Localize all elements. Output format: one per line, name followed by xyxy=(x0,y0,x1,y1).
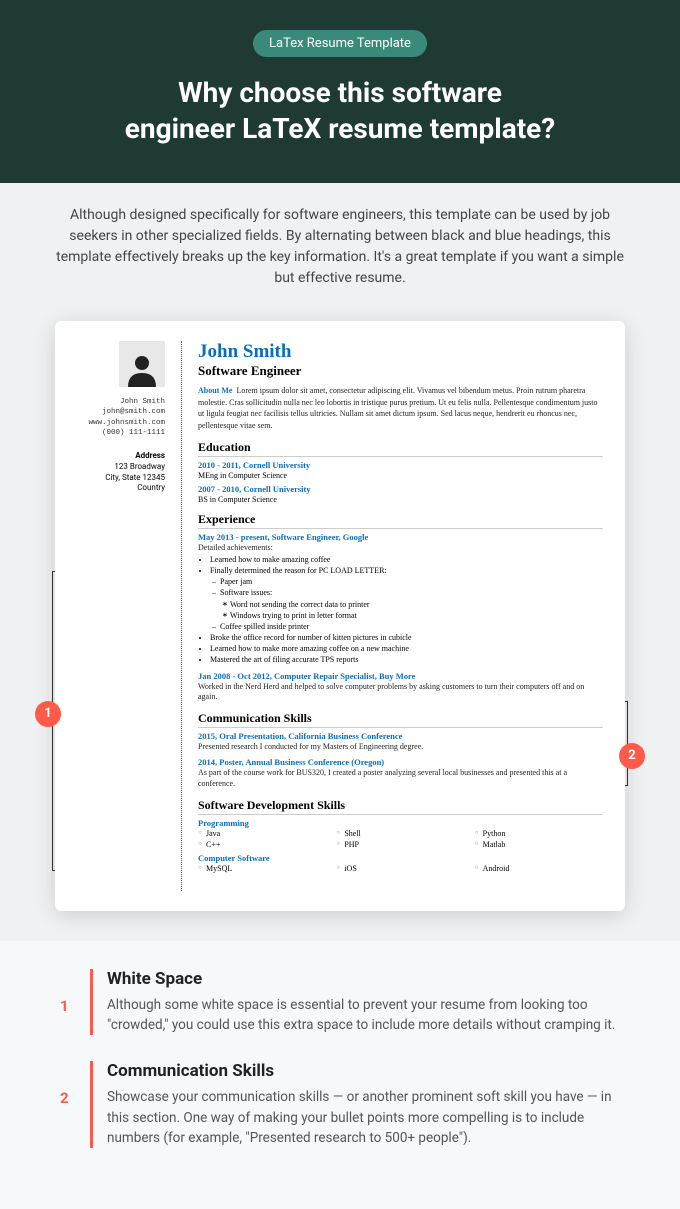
note-body: Communication Skills Showcase your commu… xyxy=(90,1061,620,1148)
education-section: Education 2010 - 2011, Cornell Universit… xyxy=(198,440,603,504)
page-title: Why choose this softwareengineer LaTeX r… xyxy=(40,75,640,148)
bullet-list: Learned how to make amazing coffee Final… xyxy=(198,554,603,666)
bullet: Finally determined the reason for PC LOA… xyxy=(210,565,603,632)
skill-grid: MySQL iOS Android xyxy=(198,864,603,873)
contact-block: John Smith john@smith.com www.johnsmith.… xyxy=(77,397,165,439)
note-text: Showcase your communication skills — or … xyxy=(107,1087,620,1148)
skill-item: Python xyxy=(475,829,603,838)
edu-range: 2010 - 2011, Cornell University xyxy=(198,460,603,470)
experience-section: Experience May 2013 - present, Software … xyxy=(198,512,603,703)
contact-web: www.johnsmith.com xyxy=(77,418,165,429)
resume-name: John Smith xyxy=(198,341,603,363)
address-line: Country xyxy=(77,483,165,494)
skills-section: Software Development Skills Programming … xyxy=(198,798,603,873)
person-icon xyxy=(124,351,160,387)
sub-bullet-list: Paper jam Software issues: Word not send… xyxy=(210,576,603,632)
note-item: 1 White Space Although some white space … xyxy=(60,969,620,1036)
address-line: City, State 12345 xyxy=(77,473,165,484)
bullet: Broke the office record for number of ki… xyxy=(210,632,603,643)
template-badge: LaTex Resume Template xyxy=(253,30,427,57)
about-text: Lorem ipsum dolor sit amet, consectetur … xyxy=(198,386,598,430)
note-number: 2 xyxy=(60,1061,72,1148)
about-section: About Me Lorem ipsum dolor sit amet, con… xyxy=(198,385,603,432)
note-number: 1 xyxy=(60,969,72,1036)
bullet: Word not sending the correct data to pri… xyxy=(230,599,603,610)
resume-job-title: Software Engineer xyxy=(198,363,603,379)
skill-item: PHP xyxy=(336,840,464,849)
vertical-divider xyxy=(181,341,182,891)
address-heading: Address xyxy=(77,451,165,460)
resume-preview-wrap: 1 2 John Smith john@smith.com www.johnsm… xyxy=(0,311,680,941)
resume-preview: John Smith john@smith.com www.johnsmith.… xyxy=(55,321,625,911)
job-line: Jan 2008 - Oct 2012, Computer Repair Spe… xyxy=(198,671,603,681)
skill-group-heading: Programming xyxy=(198,818,603,828)
resume-sidebar: John Smith john@smith.com www.johnsmith.… xyxy=(77,341,165,891)
contact-email: john@smith.com xyxy=(77,407,165,418)
skill-item: Shell xyxy=(336,829,464,838)
note-text: Although some white space is essential t… xyxy=(107,995,620,1036)
sub-bullet-list: Word not sending the correct data to pri… xyxy=(220,599,603,621)
resume-main: John Smith Software Engineer About Me Lo… xyxy=(198,341,603,891)
callout-badge-2: 2 xyxy=(619,743,645,769)
skill-item: iOS xyxy=(336,864,464,873)
bullet: Windows trying to print in letter format xyxy=(230,610,603,621)
bullet: Learned how to make amazing coffee xyxy=(210,554,603,565)
hero-section: LaTex Resume Template Why choose this so… xyxy=(0,0,680,183)
notes-section: 1 White Space Although some white space … xyxy=(0,941,680,1209)
comm-text: As part of the course work for BUS320, I… xyxy=(198,768,603,790)
about-heading: About Me xyxy=(198,386,232,395)
bullet: Coffee spilled inside printer xyxy=(220,621,603,632)
job-text: Worked in the Nerd Herd and helped to so… xyxy=(198,682,603,704)
edu-range: 2007 - 2010, Cornell University xyxy=(198,484,603,494)
skill-item: MySQL xyxy=(198,864,326,873)
edu-degree: BS in Computer Science xyxy=(198,495,603,504)
skill-item: Android xyxy=(475,864,603,873)
job-line: May 2013 - present, Software Engineer, G… xyxy=(198,532,603,542)
intro-text: Although designed specifically for softw… xyxy=(0,183,680,311)
comm-line: 2014, Poster, Annual Business Conference… xyxy=(198,757,603,767)
edu-degree: MEng in Computer Science xyxy=(198,471,603,480)
skill-item: C++ xyxy=(198,840,326,849)
section-heading: Education xyxy=(198,440,603,457)
section-heading: Experience xyxy=(198,512,603,529)
section-heading: Software Development Skills xyxy=(198,798,603,815)
job-sub: Detailed achievements: xyxy=(198,543,603,554)
skill-item: Matlab xyxy=(475,840,603,849)
skill-group-heading: Computer Software xyxy=(198,853,603,863)
section-heading: Communication Skills xyxy=(198,711,603,728)
avatar-placeholder xyxy=(119,341,165,387)
note-heading: White Space xyxy=(107,969,620,989)
skill-item: Java xyxy=(198,829,326,838)
comm-line: 2015, Oral Presentation, California Busi… xyxy=(198,731,603,741)
contact-phone: (000) 111-1111 xyxy=(77,428,165,439)
communication-section: Communication Skills 2015, Oral Presenta… xyxy=(198,711,603,789)
address-line: 123 Broadway xyxy=(77,462,165,473)
note-item: 2 Communication Skills Showcase your com… xyxy=(60,1061,620,1148)
bullet: Mastered the art of filing accurate TPS … xyxy=(210,654,603,665)
comm-text: Presented research I conducted for my Ma… xyxy=(198,742,603,753)
contact-name: John Smith xyxy=(77,397,165,408)
callout-badge-1: 1 xyxy=(35,701,61,727)
bullet: Software issues: Word not sending the co… xyxy=(220,587,603,621)
bullet: Learned how to make more amazing coffee … xyxy=(210,643,603,654)
note-heading: Communication Skills xyxy=(107,1061,620,1081)
bullet: Paper jam xyxy=(220,576,603,587)
note-body: White Space Although some white space is… xyxy=(90,969,620,1036)
address-block: Address 123 Broadway City, State 12345 C… xyxy=(77,451,165,494)
skill-grid: Java Shell Python C++ PHP Matlab xyxy=(198,829,603,849)
